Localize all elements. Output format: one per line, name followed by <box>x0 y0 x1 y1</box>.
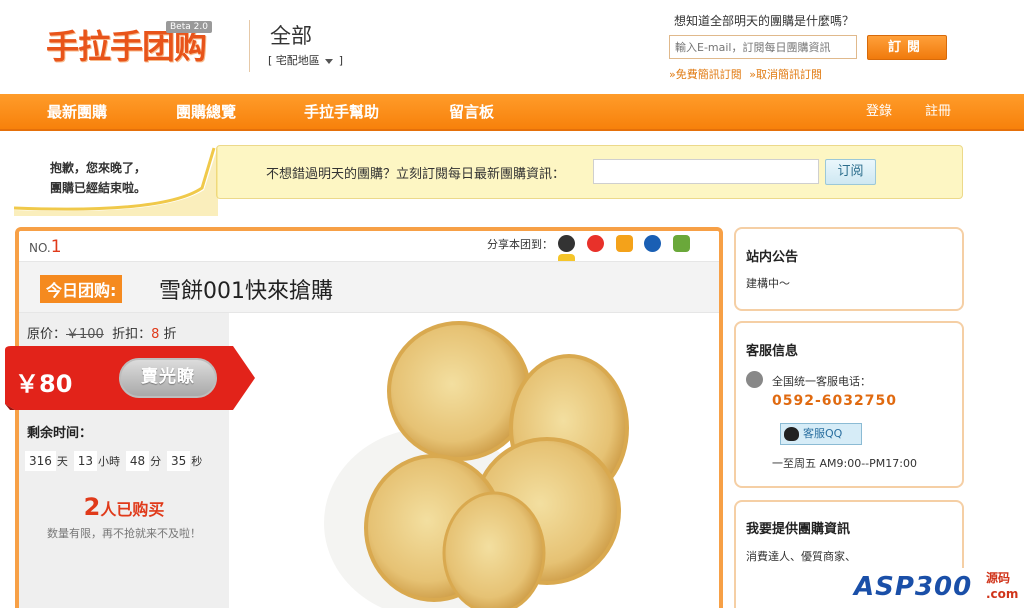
subscribe-notice-bar: 不想錯過明天的團購？立刻訂閱每日最新團購資訊： 订阅 <box>216 145 963 199</box>
limited-notice: 数量有限，再不抢就来不及啦！ <box>47 527 201 540</box>
discount-unit: 折 <box>163 327 177 342</box>
announcement-title: 站内公告 <box>746 250 799 265</box>
sms-links: »免費簡訊訂閱 »取消簡訊訂閱 <box>669 66 826 82</box>
current-price: ￥80 <box>15 370 73 398</box>
product-photo <box>229 313 719 608</box>
subscribe-email-input[interactable] <box>669 35 857 59</box>
qq-share-icon[interactable] <box>558 235 575 252</box>
city-switch-label: 宅配地區 <box>275 54 320 67</box>
deal-ended-text: 抱歉，您來晚了， 團購已經結束啦。 <box>50 158 146 198</box>
price-row: 原价：￥100 折扣：8 折 <box>27 323 177 342</box>
notice-prompt: 不想錯過明天的團購？立刻訂閱每日最新團購資訊： <box>266 167 566 182</box>
deal-titlebar: 今日团购: 雪餅001快來搶購 <box>19 261 719 313</box>
chevron-down-icon <box>325 58 334 64</box>
watermark-logo: ASP300 源码 .com <box>846 568 1024 608</box>
service-phone-number: 0592-6032750 <box>772 393 897 409</box>
discount-value: 8 <box>151 327 160 342</box>
notice-subscribe-button[interactable]: 订阅 <box>825 159 876 185</box>
bought-count: 2人已购买 <box>19 493 229 521</box>
timer-hours-unit: 小時 <box>98 455 121 468</box>
subscribe-question: 想知道全部明天的團購是什麼嗎？ <box>674 14 855 28</box>
qq-icon <box>784 427 799 441</box>
watermark-text: ASP300 <box>854 572 973 602</box>
qq-service-button[interactable]: 客服QQ <box>780 423 862 445</box>
discount-label: 折扣： <box>112 327 152 342</box>
provide-deal-title: 我要提供團購資訊 <box>746 522 851 537</box>
deal-number-label: NO. <box>29 241 51 255</box>
timer-seconds: 35 <box>166 451 191 471</box>
cancel-sms-link[interactable]: »取消簡訊訂閱 <box>749 68 822 81</box>
weibo-share-icon[interactable] <box>586 235 604 252</box>
city-name: 全部 <box>270 24 312 48</box>
original-price: ￥100 <box>66 327 104 342</box>
deal-card: NO.1 分享本团到： 今日团购: 雪餅001快來搶購 原价：￥100 折扣：8… <box>15 227 723 608</box>
watermark-side: 源码 .com <box>986 570 1018 602</box>
qzone-share-icon[interactable] <box>615 235 633 252</box>
header-divider <box>249 20 250 72</box>
customer-service-box: 客服信息 全国统一客服电话： 0592-6032750 客服QQ 一至周五 AM… <box>734 321 964 488</box>
rice-cracker-image <box>324 321 629 608</box>
remaining-time-label: 剩余时间： <box>27 426 93 441</box>
deal-ended-line-1: 抱歉，您來晚了， <box>50 161 147 175</box>
price-ribbon: ￥80 賣光瞭 <box>5 346 255 410</box>
site-logo[interactable]: 手拉手团购 Beta 2.0 <box>46 21 236 72</box>
watermark-side-1: 源码 <box>986 571 1011 585</box>
deal-number: NO.1 <box>29 237 62 257</box>
timer-hours: 13 <box>73 451 98 471</box>
qq-service-label: 客服QQ <box>803 427 843 440</box>
timer-minutes: 48 <box>125 451 150 471</box>
douban-share-icon[interactable] <box>673 235 691 252</box>
phone-icon <box>746 371 763 388</box>
timer-days: 316 <box>25 451 56 471</box>
provide-deal-text: 消費達人、優質商家、 <box>746 550 856 563</box>
customer-service-title: 客服信息 <box>746 344 799 359</box>
service-hours: 一至周五 AM9:00--PM17:00 <box>772 457 917 470</box>
sold-out-button[interactable]: 賣光瞭 <box>119 358 217 398</box>
bought-number: 2 <box>83 493 101 521</box>
nav-item-latest[interactable]: 最新團購 <box>47 94 107 131</box>
share-label: 分享本团到： <box>487 238 553 251</box>
deal-ended-notice: 抱歉，您來晚了， 團購已經結束啦。 <box>14 146 219 216</box>
timer-minutes-unit: 分 <box>150 455 162 468</box>
city-switch[interactable]: [ 宅配地區 ] <box>268 52 343 68</box>
watermark-side-2: .com <box>986 587 1019 601</box>
original-price-label: 原价： <box>27 327 67 342</box>
free-sms-link[interactable]: »免費簡訊訂閱 <box>669 68 742 81</box>
announcement-text: 建構中～ <box>746 277 790 290</box>
subscribe-button[interactable]: 訂閱 <box>867 35 947 60</box>
renren-share-icon[interactable] <box>644 235 662 252</box>
nav-item-help[interactable]: 手拉手幫助 <box>304 94 379 131</box>
announcement-box: 站内公告 建構中～ <box>734 227 964 311</box>
today-deal-tag: 今日团购: <box>40 275 123 303</box>
countdown-timer: 316 天 13 小時 48 分 35 秒 <box>25 451 204 471</box>
logo-beta-badge: Beta 2.0 <box>166 21 212 33</box>
notice-email-input[interactable] <box>593 159 819 184</box>
nav-item-overview[interactable]: 團購總覽 <box>176 94 236 131</box>
bought-suffix: 人已购买 <box>100 500 165 519</box>
deal-title[interactable]: 雪餅001快來搶購 <box>159 273 333 305</box>
login-link[interactable]: 登錄 <box>866 94 892 131</box>
nav-item-guestbook[interactable]: 留言板 <box>449 94 494 131</box>
deal-ended-line-2: 團購已經結束啦。 <box>50 181 147 195</box>
timer-days-unit: 天 <box>56 455 68 468</box>
service-phone-label: 全国统一客服电话： <box>772 375 871 388</box>
deal-topbar: NO.1 分享本团到： <box>19 231 719 266</box>
register-link[interactable]: 註冊 <box>925 94 951 131</box>
deal-number-value: 1 <box>50 237 62 257</box>
timer-seconds-unit: 秒 <box>191 455 203 468</box>
main-nav: 最新團購 團購總覽 手拉手幫助 留言板 登錄 註冊 <box>0 94 1024 131</box>
